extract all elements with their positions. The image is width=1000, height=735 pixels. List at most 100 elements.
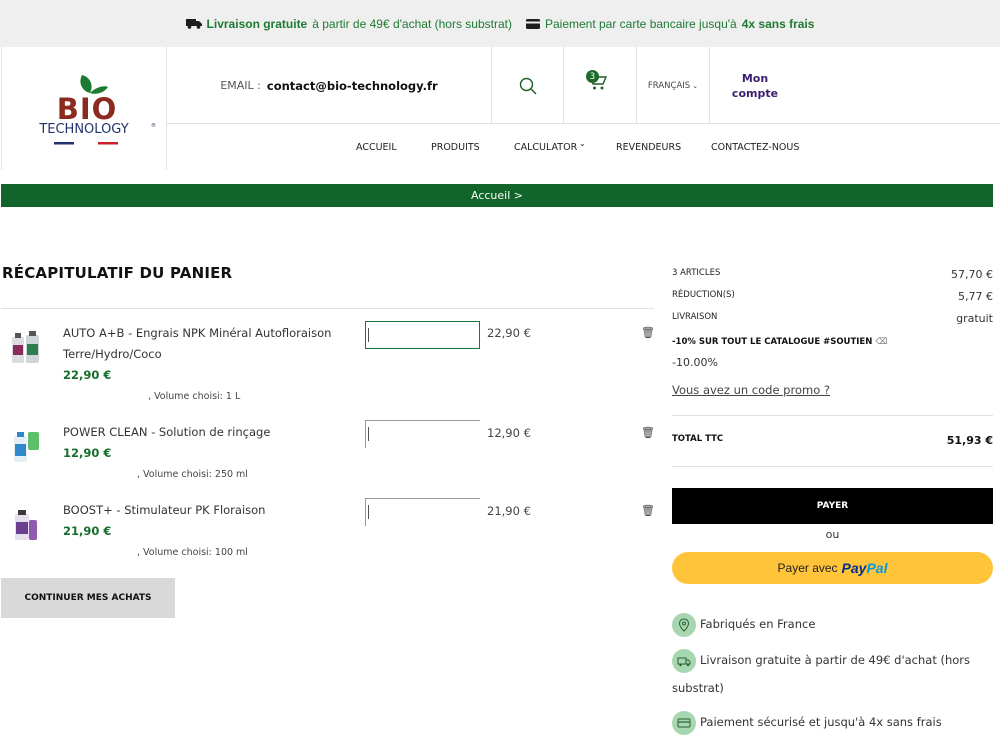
chevron-down-icon: ⌄: [692, 81, 699, 90]
site-header: BIO TECHNOLOGY ® EMAIL : contact@bio-tec…: [0, 47, 1000, 170]
nav-item-contactez-nous[interactable]: CONTACTEZ-NOUS: [711, 142, 799, 153]
svg-text:TECHNOLOGY: TECHNOLOGY: [38, 122, 128, 137]
promo-code-link[interactable]: Vous avez un code promo ?: [672, 383, 830, 397]
delivery-truck-icon: [672, 648, 696, 673]
shipping-label: LIVRAISON: [672, 312, 718, 322]
search-button[interactable]: [492, 47, 564, 124]
product-price: 22,90 €: [63, 368, 112, 382]
cart-item: AUTO A+B - Engrais NPK Minéral Autoflora…: [0, 321, 660, 405]
search-icon: [519, 77, 536, 94]
reassurance-text: Paiement sécurisé et jusqu'à 4x sans fra…: [700, 715, 942, 729]
card-icon: [525, 18, 540, 29]
cart-button[interactable]: 3: [564, 47, 637, 124]
product-name[interactable]: POWER CLEAN - Solution de rinçage: [63, 422, 353, 443]
reassurance-secure-payment: Paiement sécurisé et jusqu'à 4x sans fra…: [672, 708, 993, 735]
product-variant: , Volume choisi: 100 ml: [137, 547, 248, 558]
divider: [1, 308, 654, 309]
line-total: 21,90 €: [487, 504, 531, 518]
reassurance-text: Livraison gratuite à partir de 49€ d'ach…: [672, 653, 971, 695]
credit-card-icon: [672, 710, 696, 735]
email-link[interactable]: contact@bio-technology.fr: [267, 79, 438, 93]
promo-applied: -10% SUR TOUT LE CATALOGUE #SOUTIEN ⌫: [672, 337, 887, 347]
language-label: FRANÇAIS: [647, 80, 691, 91]
quantity-input[interactable]: [365, 420, 480, 448]
logo-link[interactable]: BIO TECHNOLOGY ®: [1, 47, 167, 170]
payment-message: Paiement par carte bancaire jusqu'à 4x s…: [525, 16, 815, 31]
nav-item-revendeurs[interactable]: REVENDEURS: [616, 142, 681, 153]
account-line2: compte: [731, 86, 779, 100]
product-name[interactable]: AUTO A+B - Engrais NPK Minéral Autoflora…: [63, 323, 353, 365]
summary-articles: 3 ARTICLES 57,70 €: [672, 268, 993, 281]
product-thumbnail[interactable]: [10, 506, 42, 542]
remove-promo-icon[interactable]: ⌫: [875, 337, 887, 347]
payment-text: Paiement par carte bancaire jusqu'à: [544, 16, 737, 31]
email-contact: EMAIL : contact@bio-technology.fr: [167, 47, 492, 124]
quantity-input[interactable]: [365, 498, 480, 526]
articles-label: 3 ARTICLES: [672, 268, 721, 278]
product-variant: , Volume choisi: 250 ml: [137, 469, 248, 480]
trash-icon[interactable]: 🗑: [641, 504, 655, 517]
or-separator: ou: [825, 528, 840, 541]
account-link[interactable]: Mon compte: [710, 47, 800, 124]
svg-text:®: ®: [151, 122, 156, 129]
account-line1: Mon: [741, 71, 769, 85]
location-pin-icon: [672, 612, 696, 637]
promo-percent: -10.00%: [672, 356, 718, 369]
product-variant: , Volume choisi: 1 L: [148, 391, 241, 402]
line-total: 22,90 €: [487, 326, 531, 340]
promo-topbar: Livraison gratuite à partir de 49€ d'ach…: [0, 0, 1000, 47]
main-nav: ACCUEIL PRODUITS CALCULATOR ⌄ REVENDEURS…: [167, 124, 1000, 170]
header-top-row: EMAIL : contact@bio-technology.fr 3 FRAN…: [167, 47, 1000, 124]
nav-item-produits[interactable]: PRODUITS: [431, 142, 480, 153]
total-value: 51,93 €: [946, 434, 993, 447]
trash-icon[interactable]: 🗑: [641, 426, 655, 439]
divider: [672, 466, 993, 467]
text-caret: [368, 427, 369, 441]
email-label: EMAIL :: [220, 79, 261, 92]
nav-item-accueil[interactable]: ACCUEIL: [356, 142, 397, 153]
chevron-down-icon: ⌄: [579, 139, 586, 148]
product-thumbnail[interactable]: [10, 428, 42, 464]
paypal-brand-2: Pal: [866, 560, 888, 576]
language-selector[interactable]: FRANÇAIS ⌄: [637, 47, 710, 124]
text-caret: [368, 328, 369, 342]
cart-item: POWER CLEAN - Solution de rinçage 12,90 …: [0, 420, 660, 484]
discount-value: 5,77 €: [958, 290, 993, 303]
summary-total: TOTAL TTC 51,93 €: [672, 434, 993, 447]
svg-text:BIO: BIO: [57, 92, 118, 126]
shipping-message: Livraison gratuite à partir de 49€ d'ach…: [185, 16, 512, 31]
product-price: 21,90 €: [63, 524, 112, 538]
reassurance-made-in-france: Fabriqués en France: [672, 610, 993, 638]
paypal-button[interactable]: Payer avec PayPal: [672, 552, 993, 584]
line-total: 12,90 €: [487, 426, 531, 440]
promo-name: -10% SUR TOUT LE CATALOGUE #SOUTIEN: [672, 337, 873, 347]
total-label: TOTAL TTC: [672, 434, 724, 444]
cart-item: BOOST+ - Stimulateur PK Floraison 21,90 …: [0, 498, 660, 562]
reassurance-text: Fabriqués en France: [700, 617, 816, 631]
shipping-text: à partir de 49€ d'achat (hors substrat): [312, 16, 512, 31]
shipping-bold: Livraison gratuite: [206, 16, 308, 31]
payment-bold: 4x sans frais: [741, 16, 815, 31]
page-title: RÉCAPITULATIF DU PANIER: [2, 264, 233, 282]
nav-item-calculator[interactable]: CALCULATOR: [514, 142, 577, 153]
breadcrumb: Accueil >: [1, 184, 993, 207]
product-thumbnail[interactable]: [10, 329, 42, 365]
shipping-value: gratuit: [956, 312, 993, 325]
divider: [672, 415, 993, 416]
paypal-prefix: Payer avec: [777, 561, 838, 575]
discount-label: RÉDUCTION(S): [672, 290, 735, 300]
pay-button[interactable]: PAYER: [672, 488, 993, 524]
cart-count-badge: 3: [586, 70, 599, 83]
summary-shipping: LIVRAISON gratuit: [672, 312, 993, 325]
trash-icon[interactable]: 🗑: [641, 326, 655, 339]
truck-icon: [185, 19, 202, 29]
reassurance-free-shipping: Livraison gratuite à partir de 49€ d'ach…: [672, 646, 993, 702]
paypal-logo: PayPal: [842, 560, 888, 576]
bio-technology-logo: BIO TECHNOLOGY ®: [38, 75, 156, 145]
text-caret: [368, 505, 369, 519]
continue-shopping-button[interactable]: CONTINUER MES ACHATS: [1, 578, 175, 618]
articles-value: 57,70 €: [951, 268, 993, 281]
product-name[interactable]: BOOST+ - Stimulateur PK Floraison: [63, 500, 353, 521]
quantity-input[interactable]: [365, 321, 480, 349]
breadcrumb-home[interactable]: Accueil >: [471, 189, 523, 202]
